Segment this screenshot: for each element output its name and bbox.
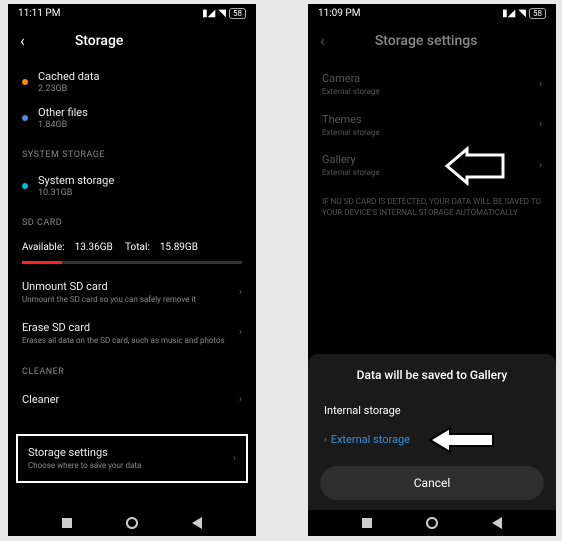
dot-icon: [22, 115, 28, 121]
sd-total-label: Total:: [125, 242, 150, 253]
battery-icon: 58: [229, 8, 246, 19]
nav-bar: [308, 510, 556, 536]
erase-sd-item[interactable]: Erase SD card Erases all data on the SD …: [8, 313, 256, 354]
info-note: IF NO SD CARD IS DETECTED, YOUR DATA WIL…: [308, 186, 556, 228]
sd-total: 15.89GB: [160, 242, 198, 253]
chevron-right-icon: ›: [324, 435, 327, 445]
nav-back-button[interactable]: [192, 517, 202, 529]
chevron-right-icon: ›: [539, 160, 542, 171]
section-cleaner: CLEANER: [8, 353, 256, 385]
back-button[interactable]: ‹: [320, 31, 325, 50]
storage-settings-sub: Choose where to save your data: [28, 461, 141, 471]
cached-size: 2.23GB: [38, 84, 100, 94]
chevron-right-icon: ›: [239, 394, 242, 405]
themes-label: Themes: [322, 113, 380, 126]
wifi-icon: ◥: [518, 8, 526, 19]
cleaner-item[interactable]: Cleaner ›: [8, 385, 256, 414]
storage-settings-item[interactable]: Storage settings Choose where to save yo…: [20, 438, 244, 479]
themes-sub: External storage: [322, 128, 380, 138]
nav-home-button[interactable]: [426, 517, 438, 529]
erase-sub: Erases all data on the SD card, such as …: [22, 336, 225, 346]
sheet-title: Data will be saved to Gallery: [320, 368, 544, 382]
option-internal-label: Internal storage: [324, 404, 401, 417]
gallery-sub: External storage: [322, 168, 380, 178]
system-label: System storage: [38, 174, 114, 187]
chevron-right-icon: ›: [239, 287, 242, 298]
wifi-icon: ◥: [218, 8, 226, 19]
header: ‹ Storage settings: [308, 21, 556, 64]
sd-available-label: Available:: [22, 242, 65, 253]
battery-icon: 58: [529, 8, 546, 19]
chevron-right-icon: ›: [233, 453, 236, 464]
dot-icon: [22, 183, 28, 189]
camera-item[interactable]: Camera External storage ›: [308, 64, 556, 105]
nav-home-button[interactable]: [126, 517, 138, 529]
erase-label: Erase SD card: [22, 321, 225, 334]
sd-progress-fill: [22, 261, 62, 264]
storage-settings-label: Storage settings: [28, 446, 141, 459]
cached-label: Cached data: [38, 70, 100, 83]
unmount-sd-item[interactable]: Unmount SD card Unmount the SD card so y…: [8, 272, 256, 313]
back-button[interactable]: ‹: [20, 31, 25, 50]
system-storage-row[interactable]: System storage 10.31GB: [8, 168, 256, 204]
camera-label: Camera: [322, 72, 380, 85]
bottom-sheet: Data will be saved to Gallery Internal s…: [308, 354, 556, 510]
other-label: Other files: [38, 106, 88, 119]
page-title: Storage settings: [375, 33, 478, 49]
section-system-storage: SYSTEM STORAGE: [8, 136, 256, 168]
dot-icon: [22, 79, 28, 85]
signal-icon: ▮◢: [202, 8, 215, 19]
status-time: 11:09 PM: [318, 8, 360, 19]
option-internal-storage[interactable]: Internal storage: [320, 396, 544, 425]
chevron-right-icon: ›: [539, 119, 542, 130]
chevron-right-icon: ›: [539, 79, 542, 90]
chevron-right-icon: ›: [239, 327, 242, 338]
storage-settings-highlight: Storage settings Choose where to save yo…: [16, 434, 248, 483]
header: ‹ Storage: [8, 21, 256, 64]
sd-card-info: Available: 13.36GB Total: 15.89GB: [8, 236, 256, 257]
nav-recents-button[interactable]: [62, 518, 72, 528]
nav-recents-button[interactable]: [362, 518, 372, 528]
system-size: 10.31GB: [38, 188, 114, 198]
section-sd-card: SD CARD: [8, 204, 256, 236]
status-bar: 11:11 PM ▮◢ ◥ 58: [8, 4, 256, 21]
themes-item[interactable]: Themes External storage ›: [308, 105, 556, 146]
sd-available: 13.36GB: [75, 242, 113, 253]
cleaner-label: Cleaner: [22, 393, 59, 406]
nav-back-button[interactable]: [492, 517, 502, 529]
option-external-storage[interactable]: › External storage: [320, 425, 544, 454]
phone-storage-screen: 11:11 PM ▮◢ ◥ 58 ‹ Storage Cached data 2…: [8, 4, 256, 536]
status-time: 11:11 PM: [18, 8, 60, 19]
phone-storage-settings-screen: 11:09 PM ▮◢ ◥ 58 ‹ Storage settings Came…: [308, 4, 556, 536]
unmount-sub: Unmount the SD card so you can safely re…: [22, 295, 196, 305]
status-bar: 11:09 PM ▮◢ ◥ 58: [308, 4, 556, 21]
other-size: 1.84GB: [38, 120, 88, 130]
gallery-item[interactable]: Gallery External storage ›: [308, 145, 556, 186]
nav-bar: [8, 510, 256, 536]
gallery-label: Gallery: [322, 153, 380, 166]
sd-progress: [22, 261, 242, 264]
unmount-label: Unmount SD card: [22, 280, 196, 293]
camera-sub: External storage: [322, 87, 380, 97]
option-external-label: External storage: [331, 433, 410, 446]
other-files-row[interactable]: Other files 1.84GB: [8, 100, 256, 136]
dimmed-background: ‹ Storage settings Camera External stora…: [308, 21, 556, 228]
signal-icon: ▮◢: [502, 8, 515, 19]
cancel-button[interactable]: Cancel: [320, 466, 544, 500]
cancel-label: Cancel: [414, 476, 451, 490]
page-title: Storage: [75, 33, 124, 49]
cached-data-row[interactable]: Cached data 2.23GB: [8, 64, 256, 100]
